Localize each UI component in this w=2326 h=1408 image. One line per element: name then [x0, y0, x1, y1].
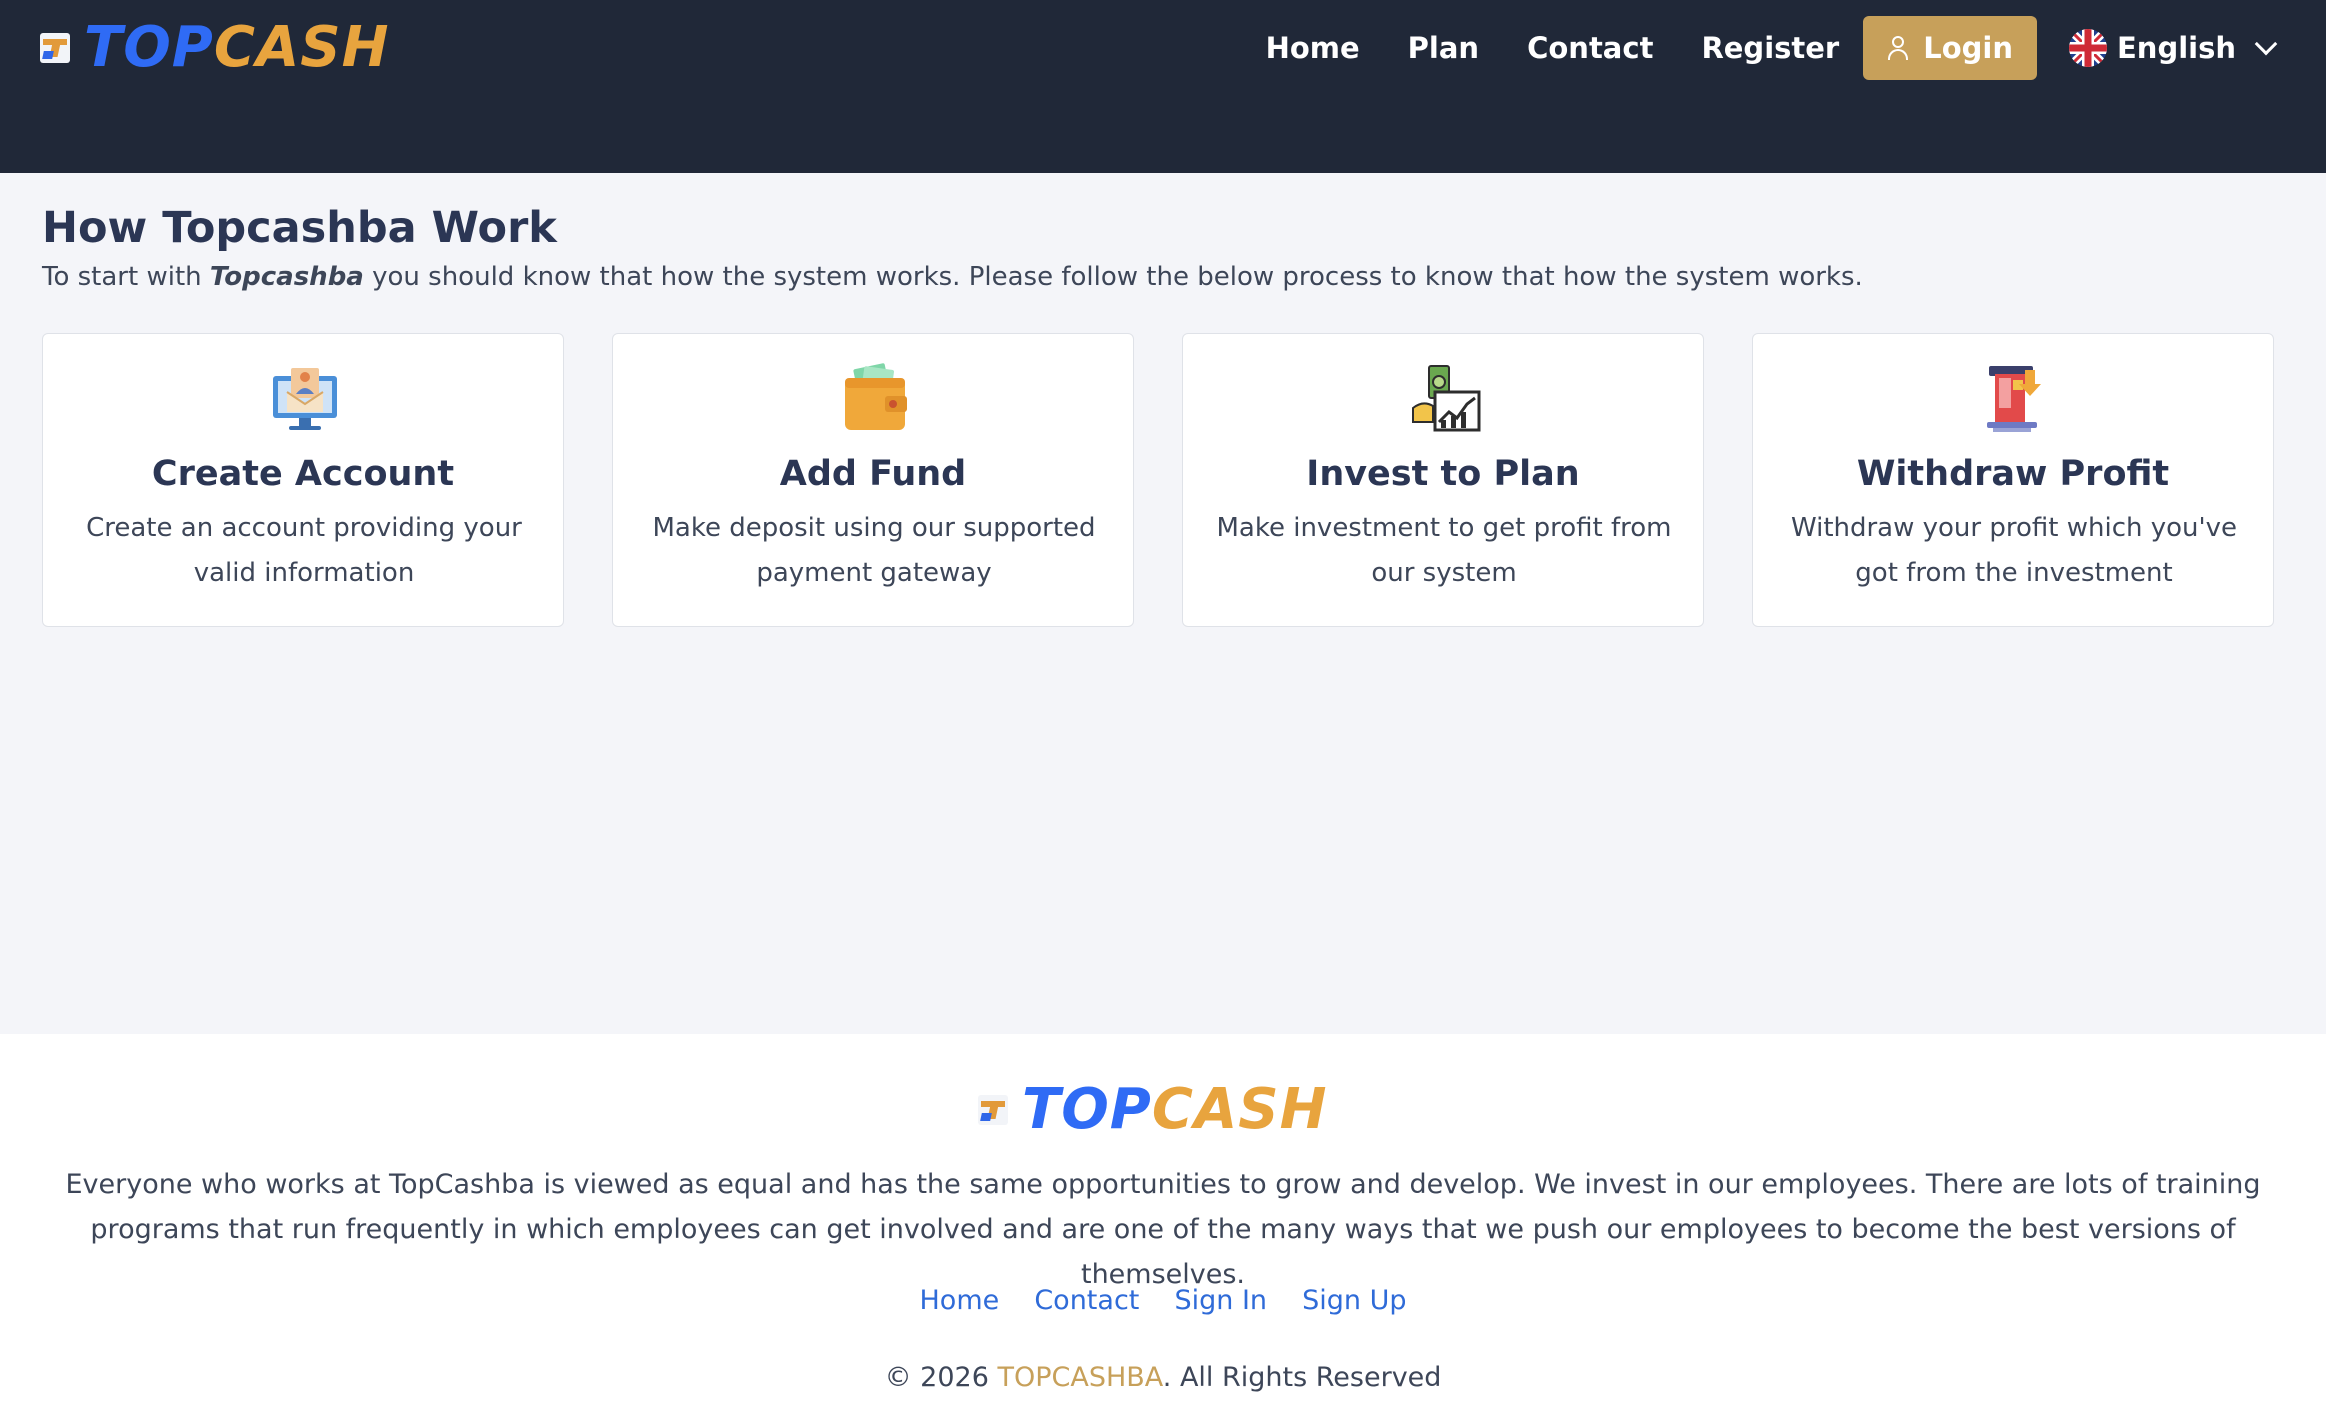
- step-title: Withdraw Profit: [1856, 454, 2170, 494]
- nav-plan[interactable]: Plan: [1408, 16, 1479, 80]
- footer-logo[interactable]: TOPCASH: [978, 1082, 1328, 1138]
- footer-links: Home Contact Sign In Sign Up: [0, 1285, 2326, 1316]
- withdraw-atm-icon: [1979, 362, 2051, 434]
- site-header: TOPCASH Home Plan Contact Register Login…: [0, 0, 2326, 173]
- footer-description: Everyone who works at TopCashba is viewe…: [65, 1169, 2261, 1290]
- subtitle-brand: Topcashba: [209, 262, 364, 292]
- logo-mark-icon: [978, 1095, 1008, 1125]
- copyright-brand: TOPCASHBA: [997, 1362, 1163, 1393]
- site-logo[interactable]: TOPCASH: [40, 20, 390, 76]
- step-title: Invest to Plan: [1306, 454, 1580, 494]
- step-description: Make deposit using our supported payment…: [652, 513, 1096, 588]
- chevron-down-icon: [2254, 32, 2278, 56]
- nav-contact[interactable]: Contact: [1527, 16, 1653, 80]
- copyright: © 2026 TOPCASHBA. All Rights Reserved: [884, 1362, 1442, 1393]
- invest-chart-icon: [1409, 362, 1481, 434]
- logo-mark-icon: [40, 33, 70, 63]
- footer-link-sign-up[interactable]: Sign Up: [1302, 1285, 1406, 1316]
- step-card-invest-to-plan: Invest to Plan Make investment to get pr…: [1182, 333, 1704, 627]
- step-description: Withdraw your profit which you've got fr…: [1790, 513, 2238, 588]
- site-footer: TOPCASH Everyone who works at TopCashba …: [0, 1034, 2326, 1408]
- nav-home[interactable]: Home: [1266, 16, 1360, 80]
- footer-link-sign-in[interactable]: Sign In: [1174, 1285, 1267, 1316]
- login-button[interactable]: Login: [1863, 16, 2037, 80]
- section-subtitle: To start with Topcashba you should know …: [42, 262, 1863, 292]
- step-title: Create Account: [151, 454, 455, 494]
- footer-link-contact[interactable]: Contact: [1034, 1285, 1139, 1316]
- user-icon: [1887, 36, 1909, 60]
- language-label: English: [2116, 31, 2236, 65]
- uk-flag-icon: [2068, 29, 2107, 67]
- step-title: Add Fund: [779, 454, 967, 494]
- login-label: Login: [1923, 31, 2013, 65]
- step-card-create-account: Create Account Create an account providi…: [42, 333, 564, 627]
- logo-wordmark: TOPCASH: [1022, 1077, 1328, 1142]
- language-selector[interactable]: English: [2068, 29, 2278, 67]
- section-title: How Topcashba Work: [42, 203, 557, 253]
- create-account-icon: [269, 362, 341, 434]
- footer-link-home[interactable]: Home: [920, 1285, 1000, 1316]
- step-card-withdraw-profit: Withdraw Profit Withdraw your profit whi…: [1752, 333, 2274, 627]
- logo-wordmark: TOPCASH: [84, 15, 390, 80]
- step-description: Make investment to get profit from our s…: [1216, 513, 1672, 588]
- step-card-add-fund: Add Fund Make deposit using our supporte…: [612, 333, 1134, 627]
- step-description: Create an account providing your valid i…: [86, 513, 522, 588]
- wallet-icon: [839, 362, 911, 434]
- main-nav: Home Plan Contact Register Login English: [1266, 16, 2326, 80]
- nav-register[interactable]: Register: [1701, 16, 1839, 80]
